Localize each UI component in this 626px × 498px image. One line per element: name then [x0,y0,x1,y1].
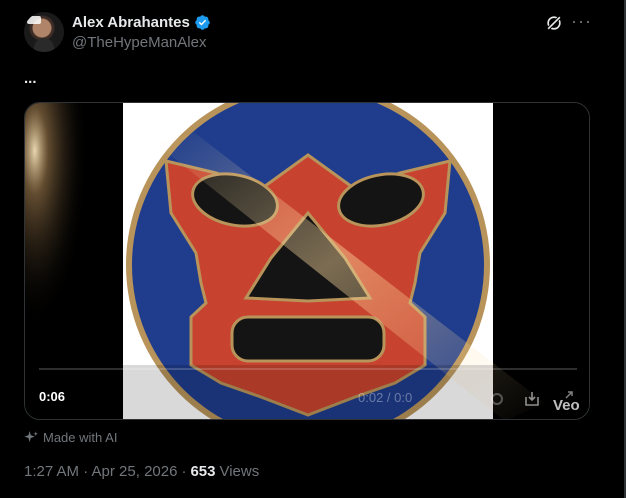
video-player[interactable]: 0:06 0:02 / 0:0 Veo [24,102,590,420]
display-name[interactable]: Alex Abrahantes [72,14,190,31]
grok-icon[interactable] [545,14,563,32]
made-with-ai-row[interactable]: Made with AI [24,430,117,445]
more-icon[interactable]: ··· [571,12,591,32]
handle[interactable]: @TheHypeManAlex [72,34,206,51]
views-label: Views [219,463,260,480]
verified-badge-icon [195,15,210,30]
video-frame [25,103,589,419]
name-row[interactable]: Alex Abrahantes [72,14,211,31]
elapsed-time: 0:06 [39,389,66,404]
sparkle-icon [24,430,39,443]
views-count: 653 [190,463,216,480]
avatar[interactable] [24,12,64,52]
minimize-icon[interactable] [523,390,541,408]
tweet-meta: 1:27 AM · Apr 25, 2026 · 653 Views [24,463,259,480]
veo-watermark: Veo [553,397,580,414]
settings-icon[interactable] [489,391,505,407]
post-timestamp[interactable]: 1:27 AM · Apr 25, 2026 [24,463,177,480]
meta-separator: · [181,463,187,480]
time-display: 0:02 / 0:0 [358,390,413,405]
tweet-text: ... [24,70,37,87]
made-with-ai-label: Made with AI [43,430,118,445]
tweet-header: Alex Abrahantes @TheHypeManAlex ··· [24,12,604,54]
